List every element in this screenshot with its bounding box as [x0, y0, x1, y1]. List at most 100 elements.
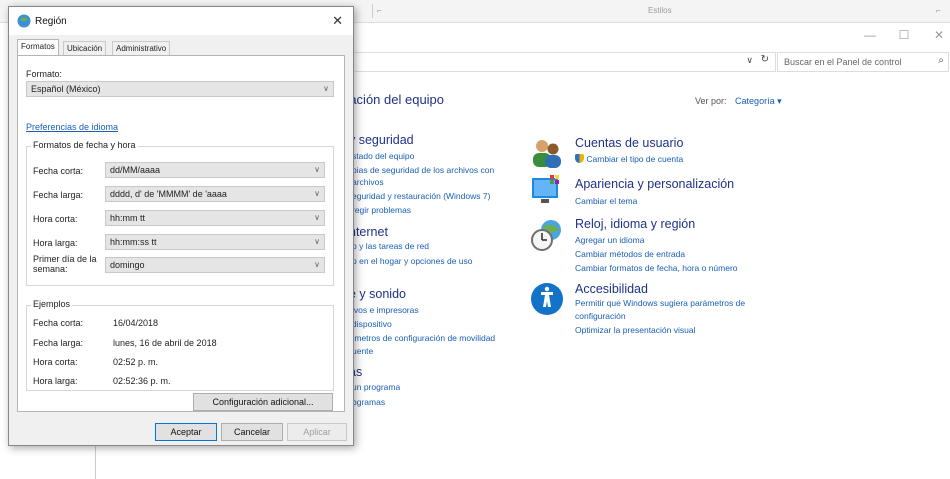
region-dialog: Región ✕ Formatos Ubicación Administrati…	[8, 6, 354, 446]
field-label: Fecha corta:	[33, 166, 84, 176]
close-icon[interactable]: ✕	[929, 28, 949, 42]
ribbon-group-styles: Estilos	[648, 6, 672, 15]
category-link[interactable]: pias de seguridad de los archivos con	[352, 165, 494, 175]
shield-icon	[575, 154, 584, 163]
maximize-icon[interactable]: ☐	[894, 28, 914, 42]
category-security-title[interactable]: y seguridad	[349, 133, 414, 147]
category-link[interactable]: Cambiar formatos de fecha, hora o número	[575, 263, 738, 273]
category-link[interactable]: ímetros de configuración de movilidad	[352, 333, 495, 343]
control-panel-titlebar: — ☐ ✕	[355, 22, 950, 50]
minimize-icon[interactable]: —	[860, 28, 880, 42]
category-accessibility-title[interactable]: Accesibilidad	[575, 282, 648, 296]
category-link[interactable]: uente	[352, 346, 373, 356]
long-date-value: dddd, d' de 'MMMM' de 'aaaa	[110, 189, 227, 199]
category-link[interactable]: Agregar un idioma	[575, 235, 644, 245]
short-date-value: dd/MM/aaaa	[110, 165, 161, 175]
tab-ubicacion[interactable]: Ubicación	[63, 41, 107, 55]
date-time-formats-group: Formatos de fecha y hora Fecha corta: dd…	[26, 140, 334, 286]
ribbon-corner-icon: ⌐	[936, 6, 941, 15]
example-value: lunes, 16 de abril de 2018	[113, 338, 217, 348]
category-link[interactable]: Permitir que Windows sugiera parámetros …	[575, 298, 745, 308]
group-title: Ejemplos	[31, 299, 73, 309]
address-bar[interactable]: ∨ ↻	[355, 52, 776, 72]
region-globe-icon	[17, 14, 31, 28]
category-link[interactable]: p en el hogar y opciones de uso	[352, 256, 473, 266]
format-dropdown[interactable]: Español (México) ∨	[26, 81, 334, 97]
category-link[interactable]: ivos e impresoras	[352, 305, 419, 315]
dialog-title: Región	[35, 16, 67, 27]
view-by: Ver por: Categoría ▾	[695, 96, 782, 107]
long-time-dropdown[interactable]: hh:mm:ss tt ∨	[105, 234, 325, 250]
formats-panel: Formato: Español (México) ∨ Preferencias…	[17, 55, 345, 412]
category-appearance-title[interactable]: Apariencia y personalización	[575, 177, 734, 191]
category-link[interactable]: ogramas	[352, 397, 385, 407]
long-date-dropdown[interactable]: dddd, d' de 'MMMM' de 'aaaa ∨	[105, 186, 325, 202]
category-user-accounts-title[interactable]: Cuentas de usuario	[575, 136, 683, 150]
field-label: Hora corta:	[33, 214, 78, 224]
chevron-down-icon: ∨	[314, 165, 320, 174]
category-link[interactable]: dispositivo	[352, 319, 392, 329]
language-preferences-link[interactable]: Preferencias de idioma	[26, 122, 118, 132]
chevron-down-icon[interactable]: ∨	[746, 55, 753, 66]
field-label: Fecha larga:	[33, 190, 84, 200]
category-link[interactable]: regir problemas	[352, 205, 411, 215]
category-clock-region-title[interactable]: Reloj, idioma y región	[575, 217, 695, 231]
close-icon[interactable]: ✕	[332, 13, 343, 29]
users-icon	[533, 140, 561, 168]
first-day-value: domingo	[110, 260, 145, 270]
example-value: 02:52 p. m.	[113, 357, 159, 367]
cancel-button[interactable]: Cancelar	[221, 423, 283, 441]
refresh-icon[interactable]: ↻	[761, 54, 769, 65]
chevron-down-icon: ∨	[314, 260, 320, 269]
chevron-down-icon: ∨	[323, 84, 329, 93]
example-value: 16/04/2018	[113, 318, 159, 328]
long-time-value: hh:mm:ss tt	[110, 237, 157, 247]
category-link[interactable]: eguridad y restauración (Windows 7)	[352, 191, 490, 201]
view-by-dropdown[interactable]: Categoría ▾	[735, 96, 782, 106]
category-link[interactable]: Cambiar métodos de entrada	[575, 249, 685, 259]
additional-settings-button[interactable]: Configuración adicional...	[193, 393, 333, 411]
view-by-label: Ver por:	[695, 96, 727, 106]
first-day-dropdown[interactable]: domingo ∨	[105, 257, 325, 273]
category-network-title[interactable]: nternet	[349, 225, 388, 239]
example-label: Hora larga:	[33, 376, 78, 386]
group-title: Formatos de fecha y hora	[31, 140, 138, 150]
category-hardware-title[interactable]: e y sonido	[349, 287, 406, 301]
tab-formatos[interactable]: Formatos	[17, 39, 59, 56]
example-label: Hora corta:	[33, 357, 78, 367]
examples-group: Ejemplos Fecha corta: 16/04/2018 Fecha l…	[26, 299, 334, 391]
chevron-down-icon: ∨	[314, 189, 320, 198]
accessibility-icon	[531, 283, 563, 315]
search-icon[interactable]: ⌕	[938, 55, 944, 66]
ok-button[interactable]: Aceptar	[155, 423, 217, 441]
field-label: Primer día de la	[33, 254, 97, 264]
short-time-dropdown[interactable]: hh:mm tt ∨	[105, 210, 325, 226]
appearance-icon	[532, 175, 559, 203]
format-label: Formato:	[26, 69, 63, 79]
short-date-dropdown[interactable]: dd/MM/aaaa ∨	[105, 162, 325, 178]
nav-pane-border	[95, 445, 96, 479]
clock-globe-icon	[531, 220, 561, 251]
page-heading: ración del equipo	[345, 92, 445, 107]
example-label: Fecha larga:	[33, 338, 84, 348]
tab-administrativo[interactable]: Administrativo	[112, 41, 171, 55]
ribbon-corner-icon: ⌐	[377, 6, 382, 15]
category-link[interactable]: Cambiar el tema	[575, 196, 637, 206]
short-time-value: hh:mm tt	[110, 213, 146, 223]
category-link[interactable]: o y las tareas de red	[352, 241, 429, 251]
category-link[interactable]: stado del equipo	[352, 151, 414, 161]
search-box[interactable]: Buscar en el Panel de control ⌕	[777, 52, 949, 72]
format-value: Español (México)	[31, 84, 101, 94]
ribbon-divider	[372, 4, 373, 18]
dialog-titlebar: Región ✕	[9, 7, 353, 35]
search-placeholder: Buscar en el Panel de control	[784, 57, 902, 67]
field-label: Hora larga:	[33, 238, 78, 248]
category-link[interactable]: archivos	[352, 177, 384, 187]
category-link[interactable]: un programa	[352, 382, 400, 392]
apply-button[interactable]: Aplicar	[287, 423, 347, 441]
category-link[interactable]: Optimizar la presentación visual	[575, 325, 695, 335]
category-link[interactable]: configuración	[575, 311, 626, 321]
example-value: 02:52:36 p. m.	[113, 376, 171, 386]
category-link[interactable]: Cambiar el tipo de cuenta	[575, 154, 683, 164]
field-label: semana:	[33, 264, 68, 274]
